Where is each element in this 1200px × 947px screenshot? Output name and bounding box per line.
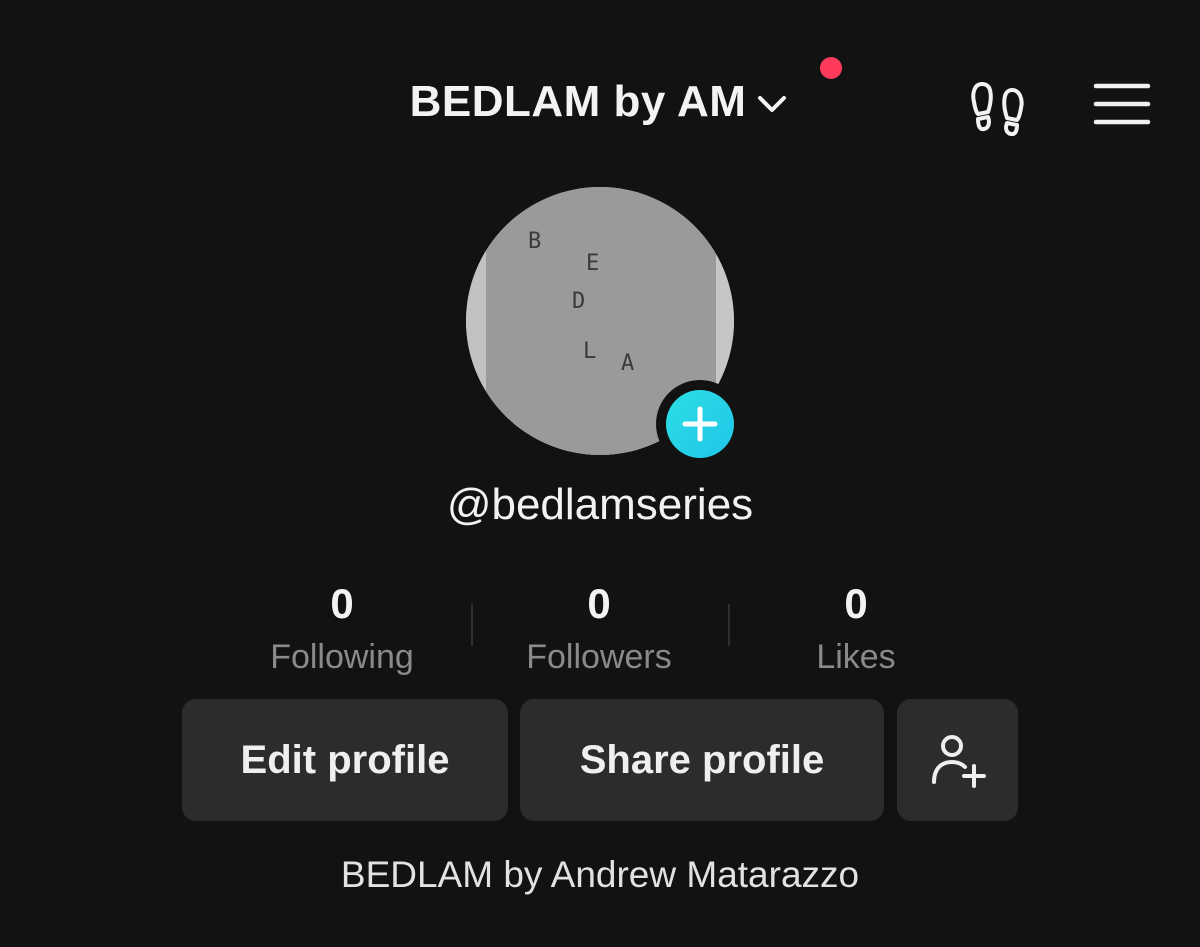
bio: BEDLAM by Andrew Matarazzo xyxy=(340,854,860,895)
stat-label: Following xyxy=(270,638,414,676)
stat-value: 0 xyxy=(330,580,354,627)
notification-dot xyxy=(820,57,842,79)
avatar-letter: L xyxy=(583,339,597,364)
avatar-letter: A xyxy=(621,351,635,376)
stat-divider xyxy=(471,604,473,646)
chevron-down-icon xyxy=(758,96,787,112)
hamburger-menu-icon xyxy=(1093,83,1151,125)
username: @bedlamseries xyxy=(446,480,754,529)
footprints-icon xyxy=(971,82,1024,137)
stat-value: 0 xyxy=(587,580,611,627)
menu-button[interactable] xyxy=(1092,82,1152,126)
stat-value: 0 xyxy=(844,580,868,627)
stat-divider xyxy=(728,604,730,646)
avatar-edge xyxy=(466,187,486,455)
avatar-letter: E xyxy=(586,251,600,276)
plus-icon xyxy=(682,406,718,442)
stat-followers[interactable]: 0 Followers xyxy=(479,578,719,680)
profile-views-button[interactable] xyxy=(968,78,1030,137)
stat-following[interactable]: 0 Following xyxy=(222,578,462,680)
stat-label: Likes xyxy=(816,638,896,676)
stat-likes[interactable]: 0 Likes xyxy=(736,578,976,680)
avatar-letter: B xyxy=(528,229,542,254)
account-name: BEDLAM by AM xyxy=(409,77,747,126)
avatar-letter: D xyxy=(572,289,586,314)
stat-label: Followers xyxy=(526,638,672,676)
add-photo-button[interactable] xyxy=(666,390,734,458)
share-profile-button[interactable]: Share profile xyxy=(520,699,884,821)
add-friend-button[interactable] xyxy=(897,699,1018,821)
edit-profile-button[interactable]: Edit profile xyxy=(182,699,508,821)
add-user-icon xyxy=(931,735,986,788)
account-switcher[interactable]: BEDLAM by AM xyxy=(410,77,791,127)
